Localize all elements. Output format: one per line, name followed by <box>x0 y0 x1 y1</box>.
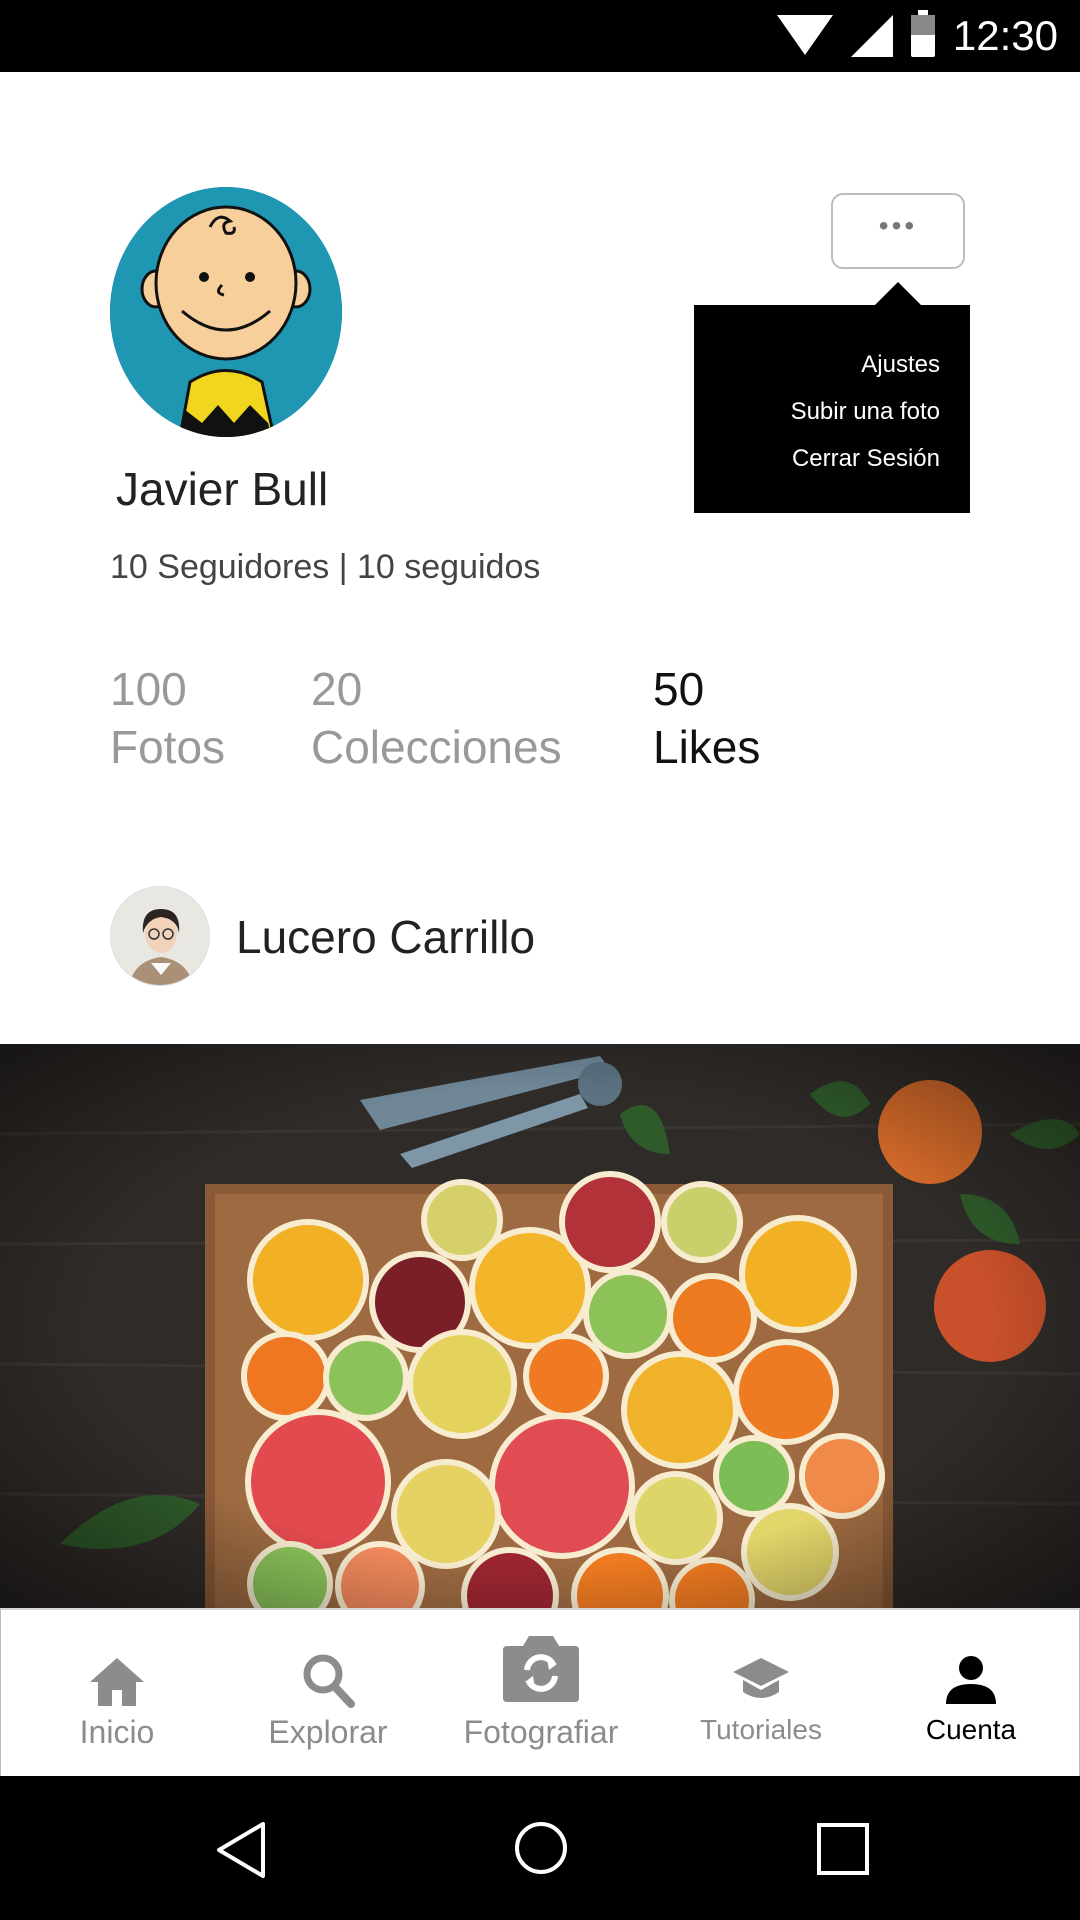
recents-icon[interactable] <box>816 1822 870 1881</box>
person-icon <box>944 1654 998 1711</box>
nav-item-tutoriales[interactable]: Tutoriales <box>681 1610 841 1778</box>
feed-photo[interactable] <box>0 1044 1080 1608</box>
home-icon <box>88 1656 146 1713</box>
stat-fotos[interactable]: 100 Fotos <box>110 660 225 776</box>
menu-item-ajustes[interactable]: Ajustes <box>694 341 940 388</box>
stat-value: 100 <box>110 663 187 715</box>
nav-label: Fotografiar <box>463 1714 619 1750</box>
nav-item-inicio[interactable]: Inicio <box>41 1610 193 1778</box>
nav-item-fotografiar[interactable]: Fotografiar <box>441 1610 641 1778</box>
options-menu: Ajustes Subir una foto Cerrar Sesión <box>694 305 970 513</box>
more-dots-icon: ••• <box>878 210 918 241</box>
stat-label: Fotos <box>110 721 226 773</box>
home-circle-icon[interactable] <box>513 1820 569 1881</box>
signal-icon <box>850 15 893 57</box>
system-nav-bar <box>0 1776 1080 1920</box>
menu-item-cerrar-sesion[interactable]: Cerrar Sesión <box>694 435 940 482</box>
back-icon[interactable] <box>213 1820 269 1885</box>
search-icon <box>301 1652 355 1713</box>
menu-item-subir-foto[interactable]: Subir una foto <box>694 388 940 435</box>
nav-label: Inicio <box>79 1714 155 1750</box>
nav-label: Explorar <box>268 1714 388 1750</box>
bottom-nav: Inicio Explorar Fotografiar Tutoriales C… <box>0 1608 1080 1776</box>
follow-info[interactable]: 10 Seguidores | 10 seguidos <box>110 548 540 587</box>
more-options-button[interactable]: ••• <box>831 193 965 269</box>
menu-arrow <box>874 282 922 306</box>
stat-colecciones[interactable]: 20 Colecciones <box>311 660 562 776</box>
user-avatar[interactable] <box>110 886 210 986</box>
user-name[interactable]: Lucero Carrillo <box>236 910 535 964</box>
battery-icon <box>910 10 935 57</box>
stat-value: 50 <box>653 663 705 715</box>
stat-label: Likes <box>653 721 761 773</box>
status-time: 12:30 <box>952 12 1058 59</box>
stat-likes[interactable]: 50 Likes <box>653 660 760 776</box>
wifi-icon <box>776 15 833 55</box>
profile-name: Javier Bull <box>116 463 329 515</box>
profile-avatar[interactable] <box>110 187 342 437</box>
nav-item-explorar[interactable]: Explorar <box>248 1610 408 1778</box>
status-bar: 12:30 <box>0 0 1080 72</box>
stat-label: Colecciones <box>311 721 562 773</box>
nav-label: Tutoriales <box>700 1714 822 1745</box>
stat-value: 20 <box>311 663 363 715</box>
nav-label: Cuenta <box>925 1714 1017 1745</box>
graduation-cap-icon <box>731 1656 791 1707</box>
camera-icon <box>501 1634 581 1709</box>
nav-item-cuenta[interactable]: Cuenta <box>901 1610 1041 1778</box>
